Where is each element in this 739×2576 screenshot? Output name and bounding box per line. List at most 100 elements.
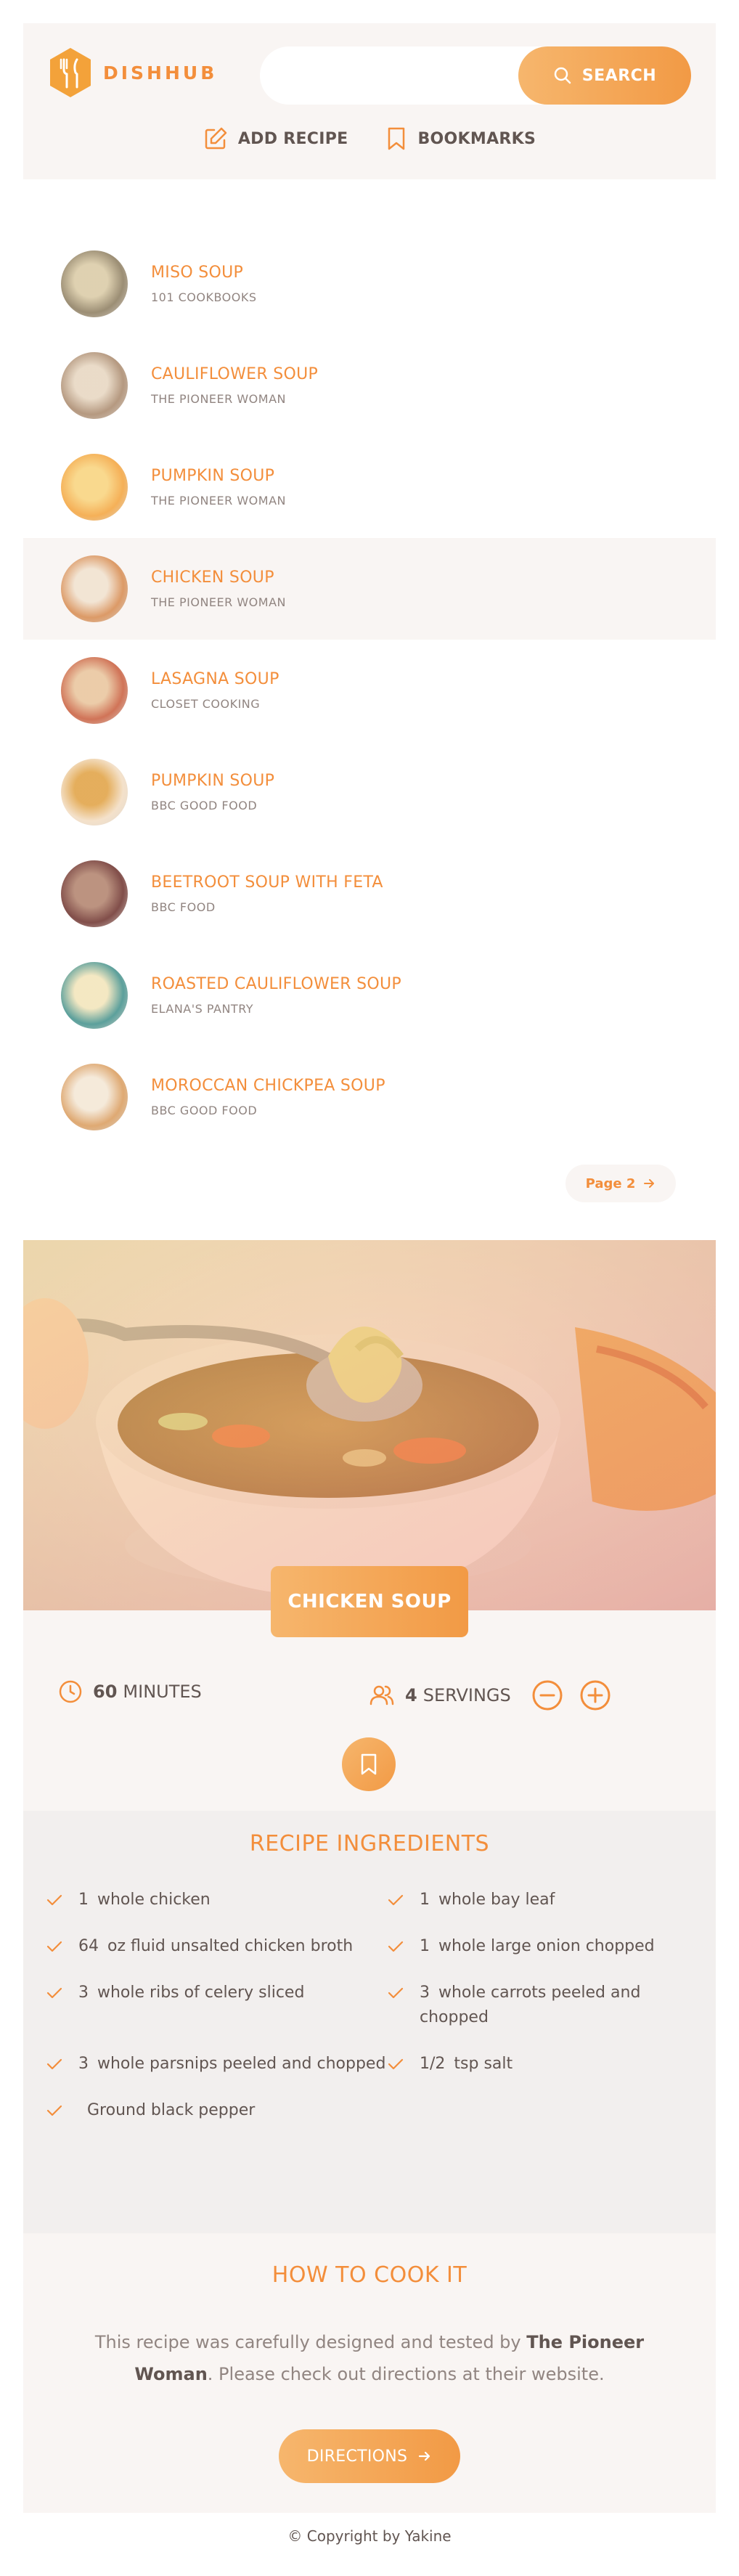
search-result-item[interactable]: CHICKEN SOUP THE PIONEER WOMAN (23, 538, 716, 640)
check-icon (46, 2058, 62, 2070)
recipe-title: CHICKEN SOUP (271, 1566, 468, 1637)
result-title: ROASTED CAULIFLOWER SOUP (151, 975, 401, 993)
recipe-thumbnail (61, 657, 128, 724)
result-title: PUMPKIN SOUP (151, 467, 275, 485)
bookmark-icon (388, 127, 405, 150)
result-title: MISO SOUP (151, 264, 244, 282)
bookmark-icon (361, 1753, 377, 1775)
recipe-thumbnail (61, 759, 128, 826)
recipe-view: CHICKEN SOUP 60 MINUTES 4 SERVINGS RECIP… (23, 1240, 716, 2513)
cooking-time-value: 60 (93, 1682, 118, 1702)
directions-button[interactable]: DIRECTIONS (279, 2429, 460, 2483)
search-result-item[interactable]: MISO SOUP 101 COOKBOOKS (23, 233, 716, 335)
result-title: LASAGNA SOUP (151, 670, 279, 688)
ingredient-description: whole parsnips peeled and chopped (97, 2055, 386, 2073)
servings-controls (531, 1679, 621, 1711)
ingredient-item: Ground black pepper (45, 2098, 386, 2123)
servings-value: 4 (405, 1685, 417, 1705)
decrease-servings-button[interactable] (531, 1679, 563, 1711)
directions-button-label: DIRECTIONS (306, 2447, 408, 2466)
search-results: MISO SOUP 101 COOKBOOKS CAULIFLOWER SOUP TH… (23, 179, 716, 1240)
logo-icon (50, 48, 91, 97)
recipe-details: 60 MINUTES 4 SERVINGS (23, 1610, 716, 1811)
ingredient-item: 1/2 tsp salt (386, 2052, 698, 2076)
pagination-label: Page 2 (585, 1175, 636, 1191)
result-title: CAULIFLOWER SOUP (151, 365, 319, 383)
search-result-item[interactable]: CAULIFLOWER SOUP THE PIONEER WOMAN (23, 335, 716, 436)
ingredient-item: 64 oz fluid unsalted chicken broth (45, 1934, 386, 1959)
search-result-item[interactable]: BEETROOT SOUP WITH FETA BBC FOOD (23, 843, 716, 945)
ingredient-item: 3 whole parsnips peeled and chopped (45, 2052, 386, 2076)
arrow-right-icon (419, 2451, 430, 2461)
pagination-next-button[interactable]: Page 2 (566, 1165, 676, 1202)
ingredient-quantity: 3 (78, 2055, 89, 2073)
check-icon (46, 1987, 62, 1999)
ingredients-list: 1 whole chicken 1 whole bay leaf 64 oz fluid … (45, 1888, 698, 2123)
header: DISHHUB SEARCH ADD RECIPE BOOKMARKS (23, 23, 716, 179)
recipe-thumbnail (61, 1064, 128, 1130)
search-button[interactable]: SEARCH (518, 46, 691, 105)
result-publisher: THE PIONEER WOMAN (151, 595, 286, 609)
recipe-image (23, 1240, 716, 1610)
result-publisher: THE PIONEER WOMAN (151, 494, 286, 508)
search-form: SEARCH (260, 46, 691, 105)
ingredient-description: tsp salt (454, 2055, 513, 2073)
check-icon (46, 1941, 62, 1952)
search-icon (554, 67, 571, 84)
ingredient-quantity: 1 (420, 1891, 430, 1909)
result-title: MOROCCAN CHICKPEA SOUP (151, 1077, 385, 1095)
directions-text-post: . Please check out directions at their w… (207, 2364, 605, 2384)
check-icon (388, 1894, 404, 1906)
servings-unit: SERVINGS (422, 1685, 511, 1705)
recipe-thumbnail (61, 454, 128, 521)
bookmark-recipe-button[interactable] (342, 1737, 396, 1791)
ingredient-description: whole bay leaf (438, 1891, 555, 1909)
cooking-time: 60 MINUTES (58, 1679, 202, 1704)
result-publisher: THE PIONEER WOMAN (151, 392, 286, 406)
directions-heading: HOW TO COOK IT (271, 2262, 468, 2288)
search-result-item[interactable]: PUMPKIN SOUP THE PIONEER WOMAN (23, 436, 716, 538)
recipe-thumbnail (61, 352, 128, 419)
result-publisher: BBC GOOD FOOD (151, 799, 258, 812)
edit-icon (205, 127, 227, 150)
ingredient-quantity: 3 (78, 1984, 89, 2002)
ingredient-quantity: 1 (420, 1937, 430, 1955)
ingredient-description: oz fluid unsalted chicken broth (107, 1937, 354, 1955)
ingredient-description: whole chicken (97, 1891, 211, 1909)
directions-text: This recipe was carefully designed and t… (89, 2326, 650, 2390)
logo[interactable]: DISHHUB (48, 46, 217, 99)
result-title: PUMPKIN SOUP (151, 772, 275, 790)
result-title: CHICKEN SOUP (151, 568, 274, 587)
search-result-item[interactable]: MOROCCAN CHICKPEA SOUP BBC GOOD FOOD (23, 1046, 716, 1148)
ingredient-description: whole ribs of celery sliced (97, 1984, 305, 2002)
copyright: © Copyright by Yakine (287, 2527, 452, 2545)
result-publisher: CLOSET COOKING (151, 697, 261, 711)
check-icon (46, 1894, 62, 1906)
check-icon (388, 1987, 404, 1999)
add-recipe-button[interactable]: ADD RECIPE (203, 126, 348, 151)
ingredient-item: 1 whole bay leaf (386, 1888, 698, 1912)
ingredient-quantity: 3 (420, 1984, 430, 2002)
recipe-thumbnail (61, 250, 128, 317)
add-recipe-label: ADD RECIPE (237, 129, 348, 148)
search-result-item[interactable]: ROASTED CAULIFLOWER SOUP ELANA'S PANTRY (23, 945, 716, 1046)
ingredient-item: 1 whole chicken (45, 1888, 386, 1912)
search-input[interactable] (286, 62, 504, 89)
ingredients-section: RECIPE INGREDIENTS 1 whole chicken 1 whole … (23, 1811, 716, 2233)
ingredient-quantity: 1/2 (420, 2055, 446, 2073)
bookmarks-button[interactable]: BOOKMARKS (385, 126, 536, 151)
arrow-right-icon (644, 1179, 655, 1188)
main-nav: ADD RECIPE BOOKMARKS (23, 126, 716, 151)
search-result-item[interactable]: LASAGNA SOUP CLOSET COOKING (23, 640, 716, 741)
users-icon (370, 1685, 394, 1705)
recipe-thumbnail (61, 555, 128, 622)
recipe-thumbnail (61, 860, 128, 927)
app-container: DISHHUB SEARCH ADD RECIPE BOOKMARKS MISO… (23, 23, 716, 2556)
logo-text: DISHHUB (103, 62, 218, 83)
increase-servings-button[interactable] (579, 1679, 611, 1711)
ingredient-item: 3 whole carrots peeled and chopped (386, 1981, 698, 2030)
clock-icon (59, 1680, 82, 1703)
ingredient-item: 3 whole ribs of celery sliced (45, 1981, 386, 2030)
search-result-item[interactable]: PUMPKIN SOUP BBC GOOD FOOD (23, 741, 716, 843)
servings: 4 SERVINGS (369, 1679, 621, 1711)
